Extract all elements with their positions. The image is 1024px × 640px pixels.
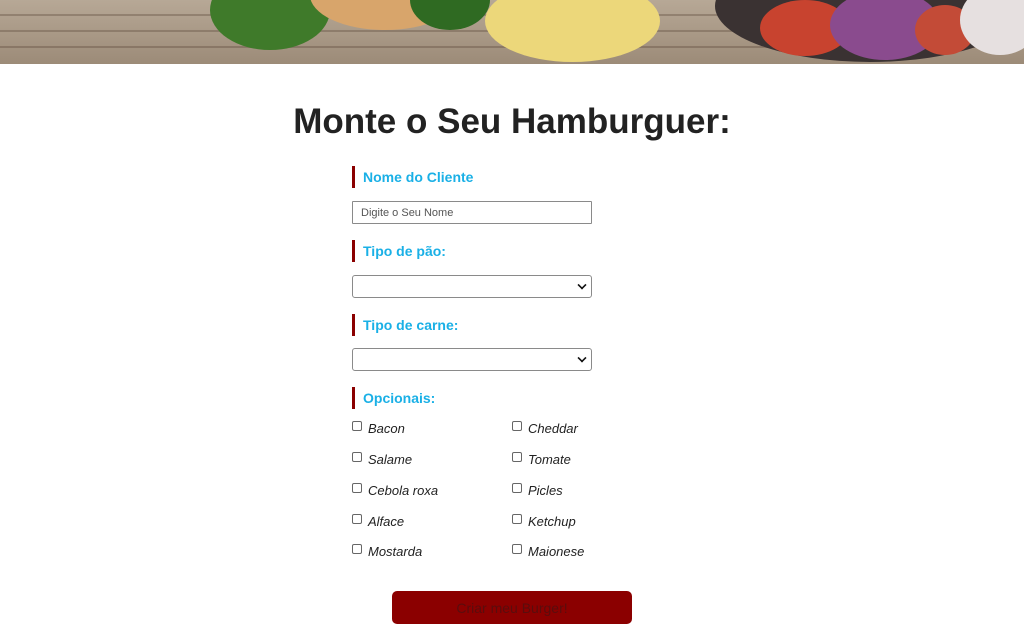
extra-option-alface[interactable]: Alface (352, 513, 404, 529)
checkbox[interactable] (512, 421, 522, 431)
extra-option-cheddar[interactable]: Cheddar (512, 420, 578, 436)
checkbox[interactable] (512, 544, 522, 554)
create-burger-button[interactable]: Criar meu Burger! (392, 591, 632, 624)
checkbox[interactable] (352, 452, 362, 462)
page-title: Monte o Seu Hamburguer: (293, 102, 731, 141)
checkbox[interactable] (352, 483, 362, 493)
bread-select[interactable] (352, 275, 592, 298)
chevron-down-icon (577, 280, 587, 290)
extra-option-cebola-roxa[interactable]: Cebola roxa (352, 482, 438, 498)
meat-select[interactable] (352, 348, 592, 371)
header-banner-image (0, 0, 1024, 64)
extra-option-mostarda[interactable]: Mostarda (352, 543, 422, 559)
extras-label: Opcionais: (352, 387, 435, 409)
bread-label: Tipo de pão: (352, 240, 446, 262)
checkbox[interactable] (352, 514, 362, 524)
meat-label: Tipo de carne: (352, 314, 458, 336)
extra-option-salame[interactable]: Salame (352, 451, 412, 467)
checkbox[interactable] (352, 544, 362, 554)
name-label: Nome do Cliente (352, 166, 473, 188)
checkbox[interactable] (352, 421, 362, 431)
chevron-down-icon (577, 353, 587, 363)
extra-option-picles[interactable]: Picles (512, 482, 563, 498)
name-input[interactable] (352, 201, 592, 224)
extra-option-ketchup[interactable]: Ketchup (512, 513, 576, 529)
checkbox[interactable] (512, 452, 522, 462)
extra-option-maionese[interactable]: Maionese (512, 543, 584, 559)
extra-option-tomate[interactable]: Tomate (512, 451, 571, 467)
checkbox[interactable] (512, 483, 522, 493)
extra-option-bacon[interactable]: Bacon (352, 420, 405, 436)
checkbox[interactable] (512, 514, 522, 524)
